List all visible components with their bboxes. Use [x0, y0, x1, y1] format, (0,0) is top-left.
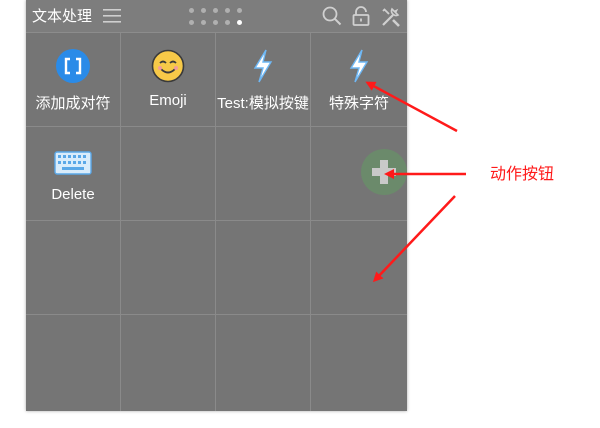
annotation-label: 动作按钮 [490, 164, 555, 183]
annotation-arrows [365, 81, 466, 283]
annotation-arrow [365, 81, 458, 133]
annotation-arrow [372, 195, 456, 283]
